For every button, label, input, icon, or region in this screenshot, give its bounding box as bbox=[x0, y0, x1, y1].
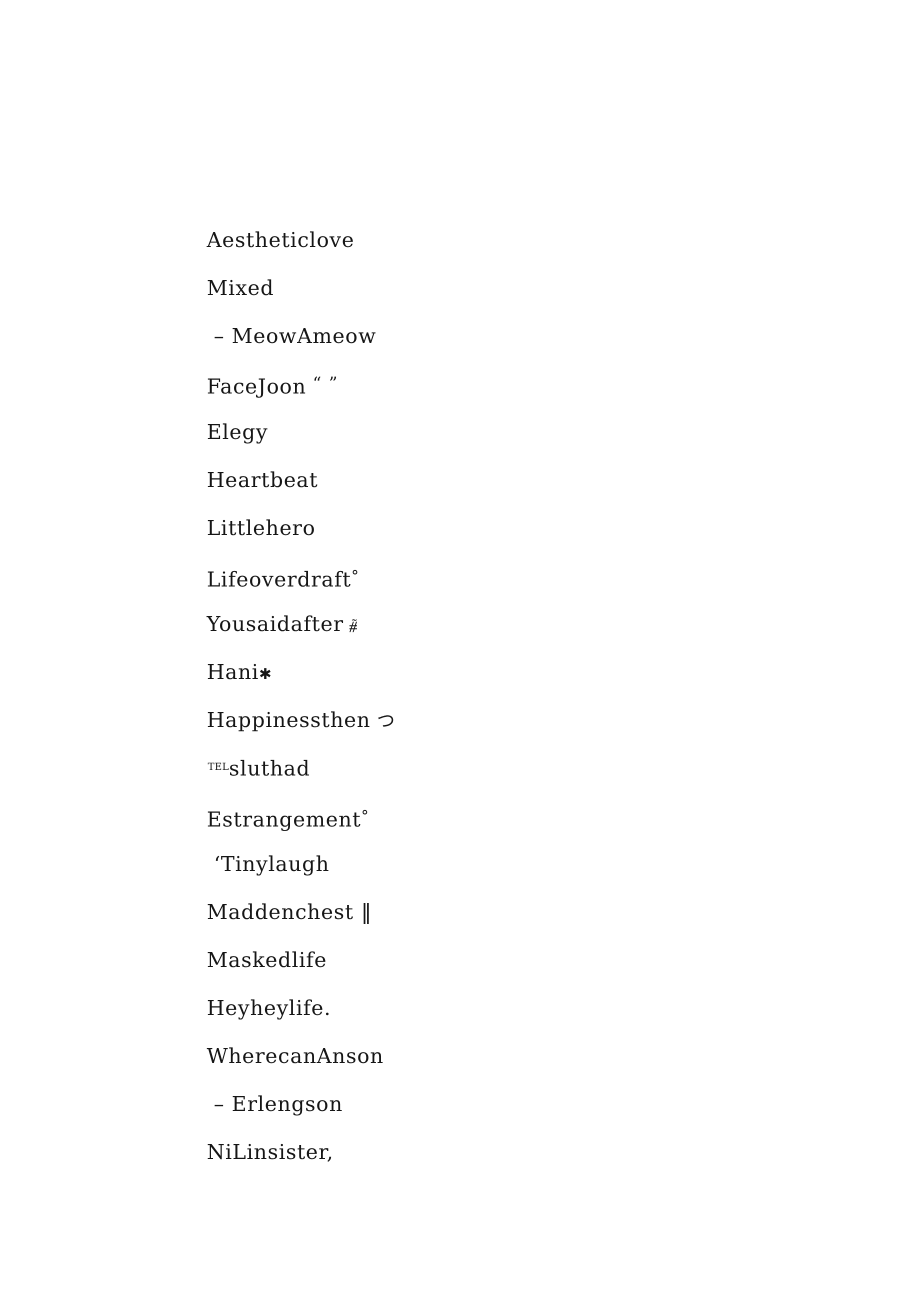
asterisk-glyph: ✱ bbox=[258, 665, 273, 683]
degree-sign-glyph: ° bbox=[351, 567, 360, 585]
line-text: WherecanAnson bbox=[206, 1044, 384, 1068]
text-line: Aestheticlove bbox=[164, 168, 864, 252]
line-text: Lifeoverdraft bbox=[206, 567, 352, 592]
tel-superscript-glyph: TEL bbox=[207, 762, 229, 773]
zigzag-glyph: ⧤ bbox=[343, 617, 359, 635]
text-line: Heartbeat bbox=[164, 408, 864, 492]
line-text: Elegy bbox=[206, 420, 269, 444]
degree-sign-glyph: ° bbox=[361, 807, 370, 825]
line-text: – MeowAmeow bbox=[213, 324, 377, 348]
line-text: Maskedlife bbox=[206, 948, 327, 972]
document-page: Aestheticlove Mixed – MeowAmeow FaceJoon… bbox=[0, 0, 920, 1302]
line-text: Heartbeat bbox=[206, 468, 319, 492]
line-text: Estrangement bbox=[206, 807, 362, 832]
tsu-glyph: つ bbox=[370, 711, 396, 732]
line-text: Heyheylife. bbox=[206, 996, 332, 1020]
line-text: Littlehero bbox=[206, 516, 316, 540]
line-text: Maddenchest bbox=[206, 900, 354, 924]
line-text: NiLinsister, bbox=[206, 1140, 334, 1164]
line-text: Yousaidafter bbox=[206, 612, 344, 636]
line-text: sluthad bbox=[228, 756, 311, 781]
line-text: ‘Tinylaugh bbox=[213, 852, 330, 876]
line-text: Happinessthen bbox=[206, 708, 371, 732]
double-vertical-bar-glyph: ‖ bbox=[353, 900, 373, 924]
line-text: – Erlengson bbox=[213, 1092, 343, 1116]
line-text: FaceJoon bbox=[206, 374, 307, 399]
line-text: Hani bbox=[206, 660, 259, 684]
line-text: Mixed bbox=[206, 276, 275, 300]
text-block: Aestheticlove Mixed – MeowAmeow FaceJoon… bbox=[164, 168, 864, 1164]
double-quote-glyph: “ ” bbox=[306, 374, 339, 394]
line-text: Aestheticlove bbox=[206, 228, 355, 252]
